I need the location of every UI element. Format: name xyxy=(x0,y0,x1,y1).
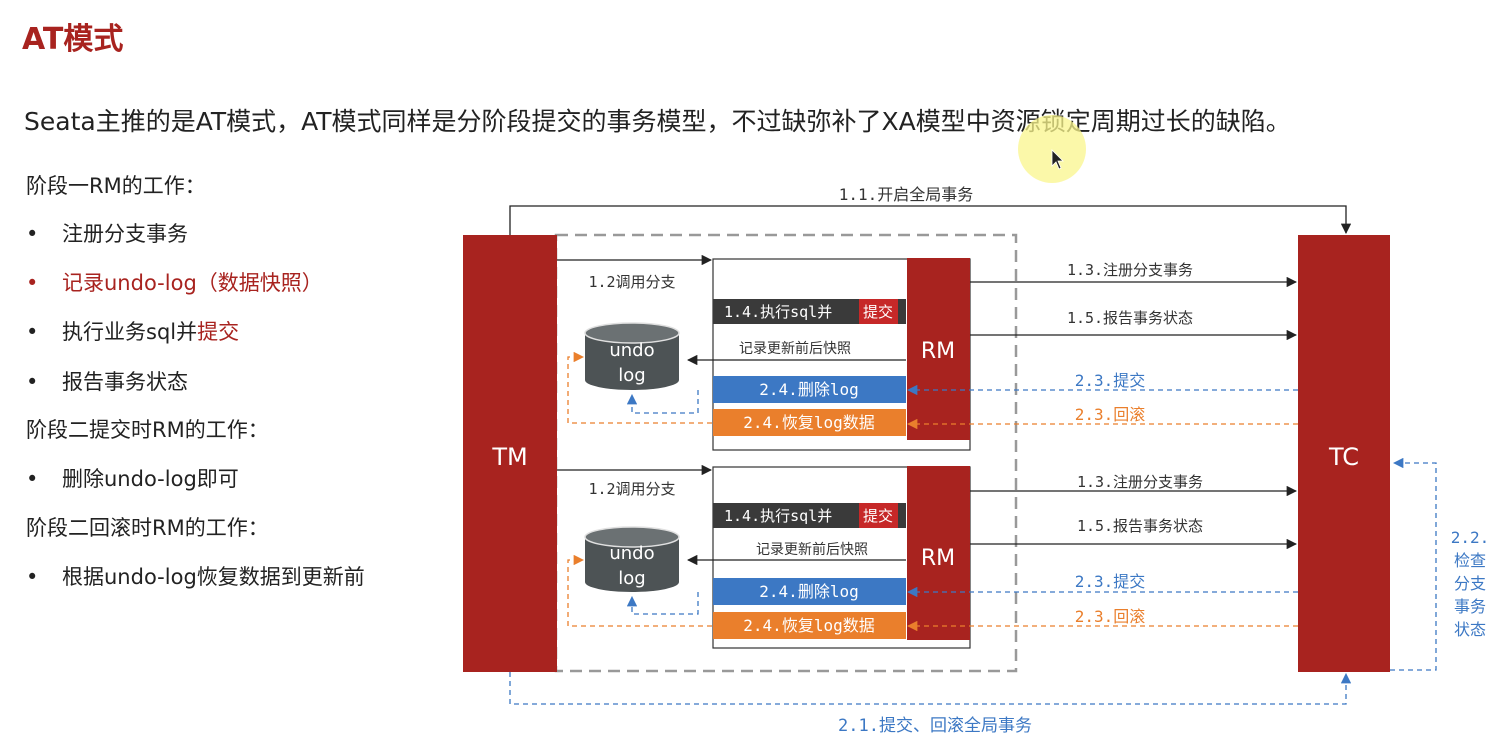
rm-label: RM xyxy=(921,339,955,364)
svg-text:检查: 检查 xyxy=(1454,551,1486,570)
undo-log-db: undo log xyxy=(584,526,680,592)
report-status-label: 1.5.报告事务状态 xyxy=(1077,517,1203,535)
svg-text:事务: 事务 xyxy=(1454,597,1486,616)
report-status-label: 1.5.报告事务状态 xyxy=(1067,309,1193,327)
svg-text:2.2.: 2.2. xyxy=(1451,528,1490,547)
check-status-dashed-arrow xyxy=(1390,457,1437,671)
log-label: log xyxy=(618,365,645,386)
snapshot-label: 记录更新前后快照 xyxy=(739,340,851,357)
delete-log-dashed-arrow xyxy=(626,390,699,414)
cursor-icon xyxy=(1051,149,1064,170)
at-mode-diagram: 1.1.开启全局事务 TM TC 1.2调用分支 RM 1.4.执行sql并 提… xyxy=(463,149,1490,736)
rm-label: RM xyxy=(921,546,955,571)
exec-sql-label: 1.4.执行sql并 xyxy=(724,303,832,321)
global-commit-rollback-arrow xyxy=(509,672,1352,705)
delete-log-dashed-arrow xyxy=(626,592,699,615)
rollback-label: 2.3.回滚 xyxy=(1075,405,1146,424)
register-branch-label: 1.3.注册分支事务 xyxy=(1067,261,1193,279)
commit-word: 提交 xyxy=(863,507,893,525)
log-label: log xyxy=(618,568,645,589)
start-global-arrow xyxy=(509,205,1352,236)
svg-text:状态: 状态 xyxy=(1454,620,1486,639)
commit-word: 提交 xyxy=(863,303,893,321)
commit-label: 2.3.提交 xyxy=(1075,572,1146,591)
global-commit-rollback-label: 2.1.提交、回滚全局事务 xyxy=(838,716,1032,736)
undo-label: undo xyxy=(609,543,654,564)
undo-label: undo xyxy=(609,340,654,361)
tm-label: TM xyxy=(491,443,527,471)
call-branch-label: 1.2调用分支 xyxy=(588,480,675,498)
call-branch-label: 1.2调用分支 xyxy=(588,273,675,291)
undo-log-db: undo log xyxy=(584,322,680,390)
restore-log-label: 2.4.恢复log数据 xyxy=(743,616,874,635)
snapshot-label: 记录更新前后快照 xyxy=(756,541,868,558)
upper-branch: 1.2调用分支 RM 1.4.执行sql并 提交 记录更新前后快照 undo l… xyxy=(557,254,1298,451)
delete-log-label: 2.4.删除log xyxy=(759,582,858,601)
restore-log-label: 2.4.恢复log数据 xyxy=(743,413,874,432)
lower-branch: 1.2调用分支 RM 1.4.执行sql并 提交 记录更新前后快照 undo l… xyxy=(557,464,1298,649)
start-global-label: 1.1.开启全局事务 xyxy=(839,185,974,204)
register-branch-label: 1.3.注册分支事务 xyxy=(1077,473,1203,491)
commit-label: 2.3.提交 xyxy=(1075,371,1146,390)
svg-text:分支: 分支 xyxy=(1454,574,1486,593)
delete-log-label: 2.4.删除log xyxy=(759,380,858,399)
tc-label: TC xyxy=(1328,443,1359,471)
exec-sql-label: 1.4.执行sql并 xyxy=(724,507,832,525)
check-status-label: 2.2. 检查 分支 事务 状态 xyxy=(1451,528,1490,639)
rollback-label: 2.3.回滚 xyxy=(1075,607,1146,626)
